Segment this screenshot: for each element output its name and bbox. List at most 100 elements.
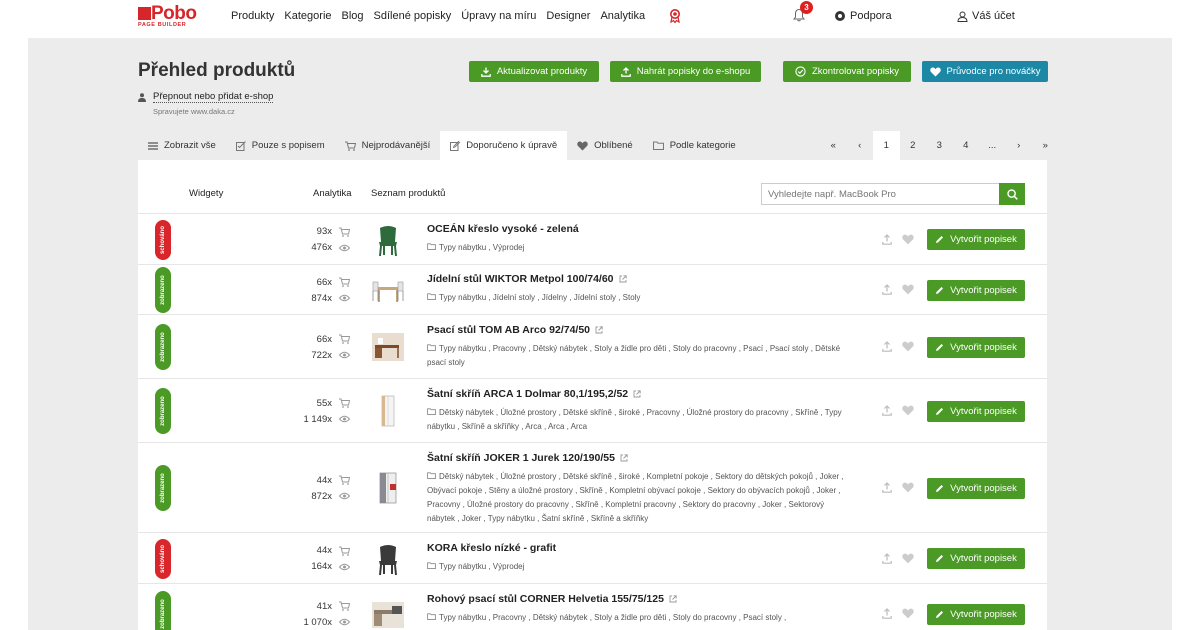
nav-item-produkty[interactable]: Produkty	[231, 10, 274, 22]
nav-item-analytika[interactable]: Analytika	[600, 10, 645, 22]
views-count: 874x	[278, 290, 350, 306]
upload-icon[interactable]	[882, 341, 892, 352]
heart-icon[interactable]	[902, 482, 914, 493]
table-row: zobrazeno 66x 874x Jídelní stůl WIKTOR Metp…	[138, 264, 1047, 314]
product-name-text: OCEÁN křeslo vysoké - zelená	[427, 222, 579, 235]
create-description-button[interactable]: Vytvořit popisek	[927, 400, 1025, 422]
external-link-icon[interactable]	[620, 454, 628, 462]
chair-graphite-icon[interactable]	[370, 541, 406, 577]
award-icon[interactable]	[669, 9, 681, 23]
product-name[interactable]: Jídelní stůl WIKTOR Metpol 100/74/60	[427, 273, 627, 285]
views-value: 722x	[311, 349, 332, 361]
categories-text: Dětský nábytek , Úložné prostory , Dětsk…	[427, 408, 842, 431]
create-description-button[interactable]: Vytvořit popisek	[927, 336, 1025, 358]
account-link[interactable]: Váš účet	[957, 10, 1015, 22]
nav-item-kategorie[interactable]: Kategorie	[284, 10, 331, 22]
external-link-icon[interactable]	[669, 595, 677, 603]
upload-icon[interactable]	[882, 608, 892, 619]
status-badge[interactable]: schováno	[155, 219, 171, 260]
tab-recommended-edit[interactable]: Doporučeno k úpravě	[440, 131, 568, 160]
tab-with-description[interactable]: Pouze s popisem	[226, 131, 335, 160]
product-categories: Dětský nábytek , Úložné prostory , Dětsk…	[427, 406, 847, 434]
table-row: schováno 44x 164x KORA křeslo nízké - grafi…	[138, 532, 1047, 583]
heart-icon[interactable]	[902, 234, 914, 245]
create-description-button[interactable]: Vytvořit popisek	[927, 279, 1025, 301]
product-categories: Typy nábytku , Pracovny , Dětský nábytek…	[427, 342, 847, 370]
nav-item-blog[interactable]: Blog	[342, 10, 364, 22]
create-description-button[interactable]: Vytvořit popisek	[927, 229, 1025, 250]
product-categories: Typy nábytku , Pracovny , Dětský nábytek…	[427, 611, 847, 625]
heart-icon[interactable]	[902, 608, 914, 619]
nav-item-sdilene-popisky[interactable]: Sdílené popisky	[374, 10, 452, 22]
product-name[interactable]: Psací stůl TOM AB Arco 92/74/50	[427, 324, 603, 336]
logo-mark	[138, 7, 151, 20]
dining-set-icon[interactable]	[370, 272, 406, 308]
page-next[interactable]: ›	[1006, 131, 1033, 160]
beginner-guide-button[interactable]: Průvodce pro nováčky	[922, 61, 1048, 82]
cart-icon	[338, 398, 350, 408]
tab-bestsellers[interactable]: Nejprodávanější	[335, 131, 441, 160]
external-link-icon[interactable]	[619, 275, 627, 283]
create-description-label: Vytvořit popisek	[950, 405, 1017, 417]
row-actions	[882, 341, 914, 352]
switch-shop-label: Přepnout nebo přidat e-shop	[153, 91, 274, 103]
heart-icon[interactable]	[902, 405, 914, 416]
create-description-button[interactable]: Vytvořit popisek	[927, 548, 1025, 569]
chair-green-icon[interactable]	[370, 222, 406, 258]
pobo-logo[interactable]: Pobo PAGE BUILDER	[138, 3, 210, 28]
search-button[interactable]	[999, 183, 1025, 205]
heart-icon[interactable]	[902, 553, 914, 564]
product-name[interactable]: KORA křeslo nízké - grafit	[427, 542, 556, 554]
upload-icon[interactable]	[882, 405, 892, 416]
page-prev[interactable]: ‹	[847, 131, 874, 160]
status-badge[interactable]: zobrazeno	[155, 465, 171, 511]
check-descriptions-button[interactable]: Zkontrolovat popisky	[783, 61, 911, 82]
status-badge[interactable]: zobrazeno	[155, 591, 171, 630]
tab-label: Nejprodávanější	[361, 140, 431, 151]
tab-label: Zobrazit vše	[164, 140, 216, 151]
page-last[interactable]: »	[1032, 131, 1059, 160]
folder-icon	[427, 472, 436, 480]
status-badge[interactable]: zobrazeno	[155, 267, 171, 313]
pencil-icon	[936, 610, 944, 618]
tab-favorites[interactable]: Oblíbené	[567, 131, 643, 160]
upload-descriptions-button[interactable]: Nahrát popisky do e-shopu	[610, 61, 761, 82]
table-row: zobrazeno 41x 1 070x Rohový psací stůl CORN…	[138, 583, 1047, 630]
tab-by-category[interactable]: Podle kategorie	[643, 131, 746, 160]
external-link-icon[interactable]	[633, 390, 641, 398]
nav-item-upravy-na-miru[interactable]: Úpravy na míru	[461, 10, 536, 22]
status-badge[interactable]: zobrazeno	[155, 324, 171, 370]
update-products-button[interactable]: Aktualizovat produkty	[469, 61, 599, 82]
switch-shop-link[interactable]: Přepnout nebo přidat e-shop	[138, 91, 274, 103]
create-description-button[interactable]: Vytvořit popisek	[927, 603, 1025, 625]
product-name[interactable]: OCEÁN křeslo vysoké - zelená	[427, 223, 579, 235]
upload-icon[interactable]	[882, 482, 892, 493]
product-name[interactable]: Rohový psací stůl CORNER Helvetia 155/75…	[427, 593, 677, 605]
upload-icon[interactable]	[882, 552, 892, 564]
product-name[interactable]: Šatní skříň JOKER 1 Jurek 120/190/55	[427, 452, 628, 464]
heart-icon[interactable]	[902, 341, 914, 352]
wardrobe-gray-icon[interactable]	[370, 470, 406, 506]
external-link-icon[interactable]	[595, 326, 603, 334]
support-link[interactable]: Podpora	[835, 10, 892, 22]
status-badge[interactable]: zobrazeno	[155, 388, 171, 434]
upload-icon[interactable]	[882, 284, 892, 295]
pencil-icon	[936, 286, 944, 294]
status-label: schováno	[160, 225, 167, 254]
product-name[interactable]: Šatní skříň ARCA 1 Dolmar 80,1/195,2/52	[427, 388, 641, 400]
page-first[interactable]: «	[820, 131, 847, 160]
search-input[interactable]	[761, 183, 999, 205]
wardrobe-white-icon[interactable]	[370, 393, 406, 429]
page-4[interactable]: 4	[953, 131, 980, 160]
tab-show-all[interactable]: Zobrazit vše	[138, 131, 226, 160]
heart-icon[interactable]	[902, 284, 914, 295]
page-1[interactable]: 1	[873, 131, 900, 160]
corner-desk-icon[interactable]	[370, 596, 406, 630]
page-2[interactable]: 2	[900, 131, 927, 160]
nav-item-designer[interactable]: Designer	[546, 10, 590, 22]
upload-icon[interactable]	[882, 233, 892, 245]
create-description-button[interactable]: Vytvořit popisek	[927, 477, 1025, 499]
desk-icon[interactable]	[370, 329, 406, 365]
status-badge[interactable]: schováno	[155, 538, 171, 579]
page-3[interactable]: 3	[926, 131, 953, 160]
